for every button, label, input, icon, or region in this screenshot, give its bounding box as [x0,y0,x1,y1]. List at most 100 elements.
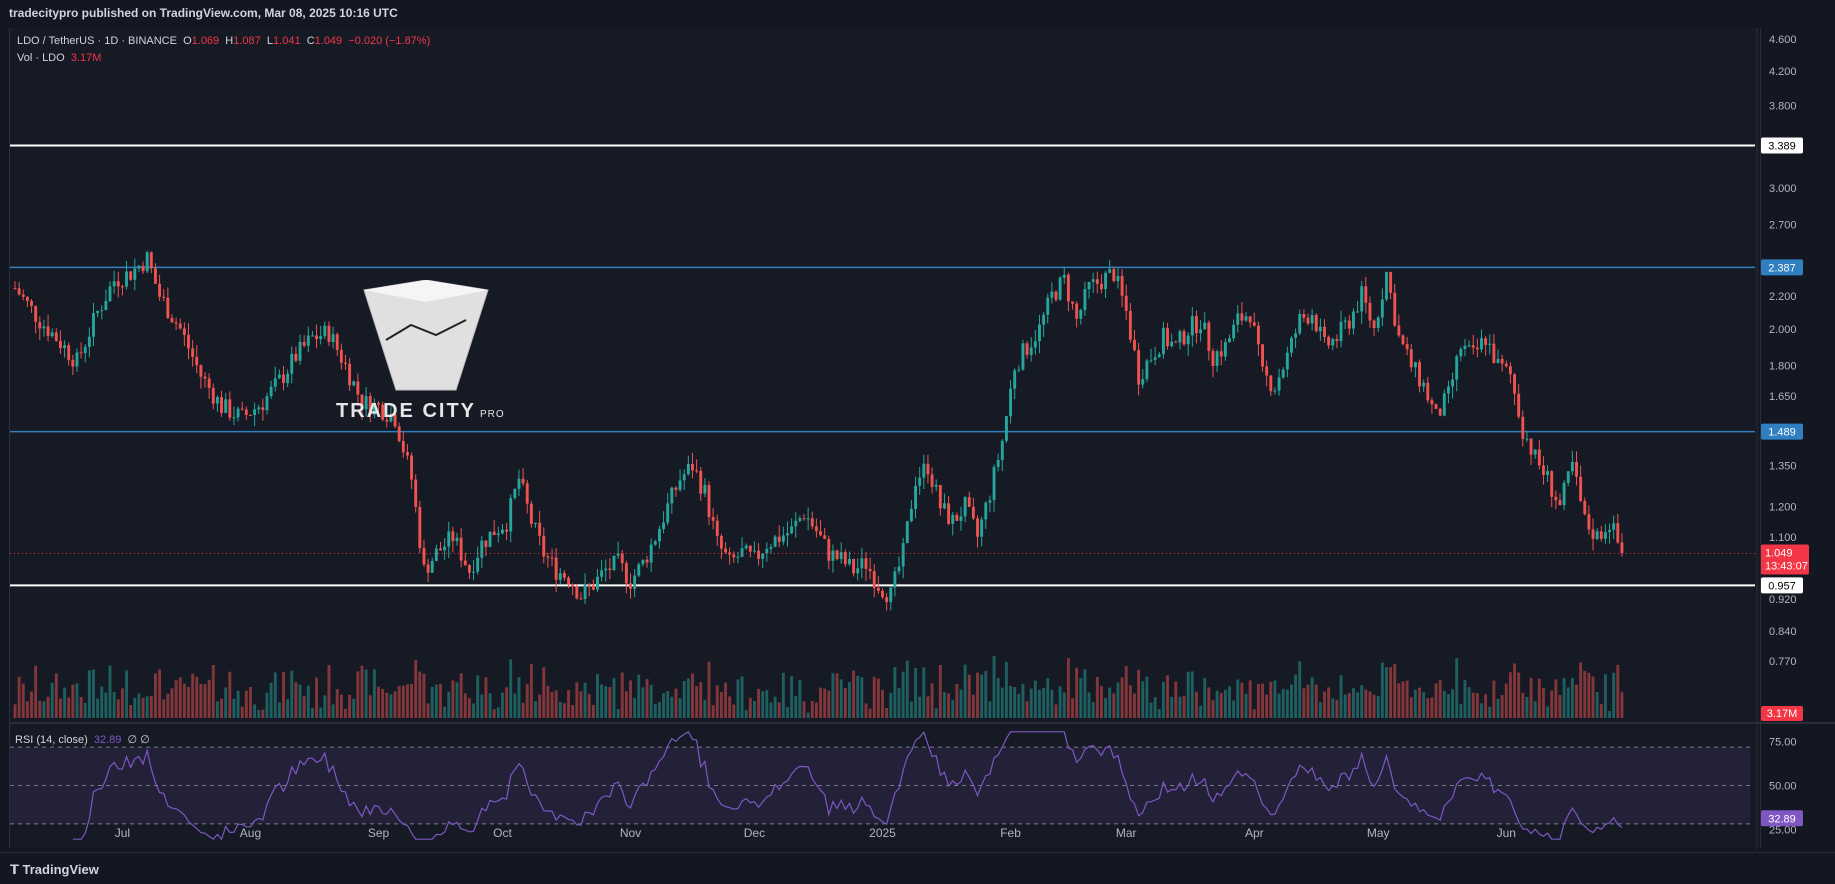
candle-body [269,386,273,397]
volume-bar [352,698,356,718]
close-value: 1.049 [314,35,343,47]
volume-bar [579,691,583,718]
volume-bar [1480,703,1483,718]
candle-body [1273,390,1277,392]
y-tick-label: 3.000 [1769,183,1797,195]
candle-body [1025,343,1029,355]
volume-bar [199,683,203,718]
y-tick-label: 0.770 [1769,656,1797,668]
volume-bar [1484,694,1488,718]
candle-body [1513,374,1516,394]
volume-bar [261,709,265,718]
candle-body [786,533,789,536]
x-tick-label: 2025 [869,826,896,840]
candle-body [1017,369,1021,371]
last-price-label: 1.049 [1765,547,1793,559]
candle-body [955,514,959,521]
volume-bar [546,685,550,718]
volume-bar [30,691,33,718]
volume-bar [583,682,587,718]
candle-body [587,584,591,586]
volume-bar [21,683,25,718]
volume-label[interactable]: Vol · LDO [17,52,65,64]
volume-bar [926,696,930,718]
candle-body [492,531,496,536]
candle-body [112,281,116,287]
volume-bar [364,669,368,718]
candle-body [401,441,405,453]
volume-bar [732,704,736,718]
candle-body [1157,354,1161,358]
candle-body [430,560,434,573]
volume-bar [1000,687,1004,718]
volume-bar [1385,667,1388,718]
candle-body [1587,514,1591,530]
volume-bar [397,686,401,718]
ohlc-legend: LDO / TetherUS · 1D · BINANCE O1.069 H1.… [17,35,430,47]
candle-body [1327,336,1331,346]
candle-body [1484,338,1488,345]
volume-bar [1550,690,1554,718]
volume-bar [1380,662,1384,718]
candle-body [1161,327,1165,355]
candle-body [1236,313,1240,325]
rsi-label[interactable]: RSI (14, close) [15,734,88,746]
y-tick-label: 3.800 [1769,101,1797,113]
candle-body [1124,295,1128,311]
candle-body [724,548,727,553]
volume-bar [1240,682,1244,718]
candle-body [1244,316,1248,321]
volume-bar [744,710,748,718]
candle-body [562,573,566,578]
tradingview-brand[interactable]: 𝗧 TradingView [10,862,99,878]
candle-body [34,306,38,322]
watermark-suffix: PRO [480,409,505,420]
candle-body [1500,358,1504,364]
candle-body [30,300,33,307]
candle-body [819,531,822,536]
volume-bar [827,690,831,718]
volume-bar [1145,676,1149,718]
candle-body [1215,351,1219,367]
volume-bar [835,673,839,718]
volume-bar [1294,674,1298,718]
volume-bar [344,708,347,718]
candle-body [116,281,120,287]
candle-body [261,407,265,411]
volume-bar [87,670,91,718]
volume-bar [1504,683,1508,718]
candle-body [1430,400,1434,405]
volume-bar [1389,667,1393,718]
volume-bar [1537,678,1541,718]
volume-bar [703,700,707,718]
candle-body [1240,313,1244,321]
candle-body [1306,317,1310,324]
volume-bar [1558,694,1562,718]
candle-body [1290,337,1293,353]
price-chart[interactable]: 4.600 4.200 3.800 3.000 2.700 2.200 2.000 1.800… [0,0,1835,883]
volume-bar [786,707,789,718]
candle-body [596,576,599,590]
volume-bar [1195,691,1198,718]
volume-bar [596,674,599,718]
volume-bar [381,688,385,718]
candle-body [1166,327,1169,347]
volume-bar [538,694,542,718]
volume-bar [558,701,562,718]
candle-body [550,557,554,559]
candle-body [1446,386,1450,394]
volume-bar [951,699,955,718]
volume-bar [901,671,905,718]
candle-body [1583,500,1587,515]
volume-bar [562,703,566,718]
volume-bar [327,665,331,718]
candle-body [1178,331,1182,343]
candle-body [1277,377,1281,391]
rsi-tick-label: 50.00 [1769,781,1797,793]
candle-body [852,558,856,574]
candle-body [1521,416,1525,439]
symbol-label[interactable]: LDO / TetherUS · 1D · BINANCE [17,35,177,47]
candle-body [571,584,575,587]
volume-bar [1211,700,1215,718]
candle-body [1095,279,1099,284]
